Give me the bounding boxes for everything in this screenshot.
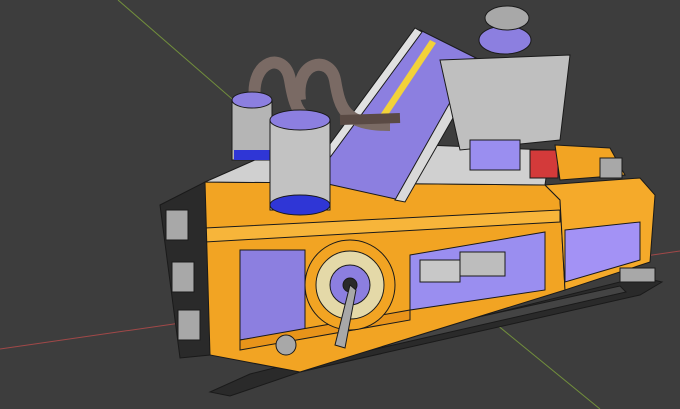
3d-viewport[interactable] — [0, 0, 680, 409]
top-cylinder-top — [484, 5, 530, 31]
front-unit-1 — [165, 209, 189, 241]
tank-left — [231, 91, 273, 161]
machine-model[interactable] — [159, 5, 664, 397]
tank-right — [269, 109, 331, 216]
pipe-connector — [339, 113, 401, 125]
side-panel-left — [239, 249, 306, 341]
center-cylinder-2 — [459, 251, 506, 277]
upper-right-structure — [439, 54, 571, 151]
right-foot — [619, 267, 656, 283]
rear-nozzle — [599, 157, 623, 179]
front-unit-2 — [171, 261, 195, 293]
viewport-scene[interactable] — [0, 0, 680, 409]
red-vent — [529, 149, 559, 179]
front-unit-3 — [177, 309, 201, 341]
front-roller — [275, 334, 297, 356]
upper-right-panel — [469, 139, 521, 171]
center-cylinder-1 — [419, 259, 461, 283]
